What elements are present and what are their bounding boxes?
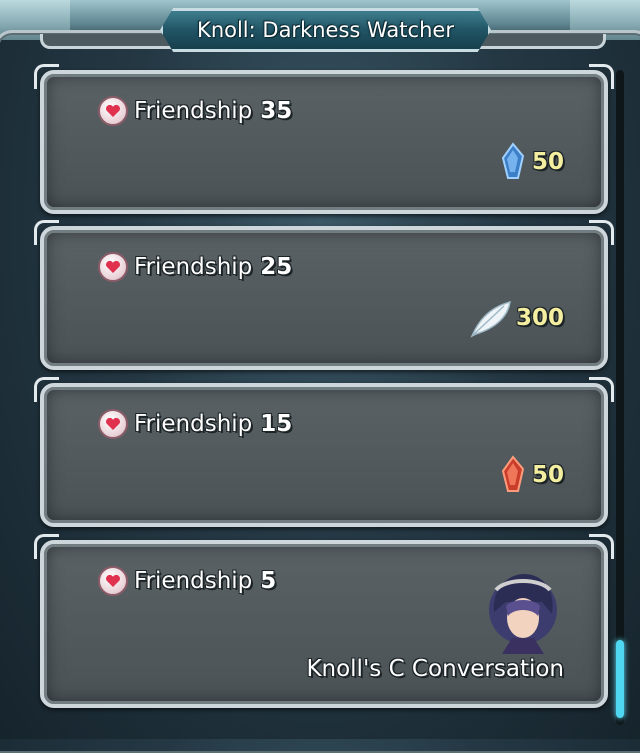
scroll-thumb[interactable] bbox=[616, 640, 624, 718]
heart-icon bbox=[98, 252, 128, 282]
heart-icon bbox=[98, 566, 128, 596]
friendship-label: Friendship 25 bbox=[98, 252, 292, 282]
reward-amount: 50 bbox=[531, 149, 564, 175]
friendship-level: 25 bbox=[260, 254, 293, 280]
friendship-label: Friendship 15 bbox=[98, 409, 292, 439]
reward-card-friendship-35[interactable]: Friendship 35 50 bbox=[34, 64, 614, 214]
reward: 300 bbox=[468, 298, 564, 338]
friendship-label: Friendship 35 bbox=[98, 96, 292, 126]
friendship-label: Friendship 5 bbox=[98, 566, 276, 596]
feather-icon bbox=[470, 300, 511, 338]
title-banner: Knoll: Darkness Watcher bbox=[160, 8, 491, 52]
knoll-portrait bbox=[489, 574, 557, 654]
reward: 50 bbox=[496, 455, 564, 495]
friendship-text: Friendship bbox=[134, 411, 253, 437]
reward-amount: 50 bbox=[531, 462, 564, 488]
page-title: Knoll: Darkness Watcher bbox=[197, 18, 454, 42]
reward: 50 bbox=[496, 142, 564, 182]
friendship-level: 35 bbox=[260, 98, 293, 124]
friendship-level: 15 bbox=[260, 411, 293, 437]
reward-amount: 300 bbox=[515, 305, 564, 331]
scrollbar[interactable] bbox=[616, 70, 624, 725]
friendship-text: Friendship bbox=[134, 568, 253, 594]
blue-orb-icon bbox=[501, 142, 525, 179]
friendship-level: 5 bbox=[260, 568, 277, 594]
friendship-text: Friendship bbox=[134, 98, 253, 124]
friendship-text: Friendship bbox=[134, 254, 253, 280]
heart-icon bbox=[98, 96, 128, 126]
red-orb-icon bbox=[501, 455, 525, 492]
reward-card-friendship-15[interactable]: Friendship 15 50 bbox=[34, 377, 614, 527]
reward-card-friendship-25[interactable]: Friendship 25 300 bbox=[34, 220, 614, 370]
conversation-reward-text: Knoll's C Conversation bbox=[306, 656, 564, 682]
heart-icon bbox=[98, 409, 128, 439]
reward-card-friendship-5[interactable]: Friendship 5 Knoll's C Conversation bbox=[34, 534, 614, 708]
